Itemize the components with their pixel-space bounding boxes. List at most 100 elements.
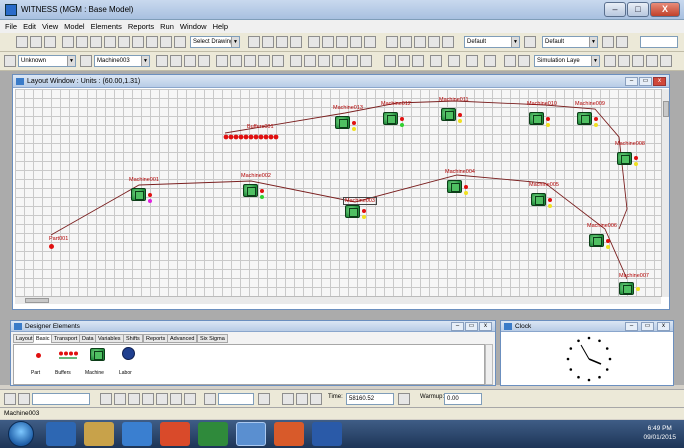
style-select-2[interactable]: Default ▼ [542, 36, 598, 48]
end-icon[interactable] [184, 393, 196, 405]
horizontal-scrollbar[interactable] [15, 296, 661, 304]
menu-model[interactable]: Model [61, 20, 87, 33]
stats-icon[interactable] [414, 36, 426, 48]
machine-icon[interactable] [531, 193, 546, 206]
maximize-button[interactable]: □ [627, 2, 649, 17]
play-icon[interactable] [156, 393, 168, 405]
table-icon[interactable] [318, 55, 330, 67]
menu-view[interactable]: View [39, 20, 61, 33]
machine-icon-selected[interactable] [345, 205, 360, 218]
detail-icon[interactable] [170, 55, 182, 67]
visible-icon[interactable] [604, 55, 616, 67]
machine-icon[interactable] [619, 282, 634, 295]
run-icon[interactable] [386, 36, 398, 48]
lock-icon[interactable] [618, 55, 630, 67]
link-icon[interactable] [290, 36, 302, 48]
layout-close-button[interactable]: x [653, 77, 666, 86]
menu-file[interactable]: File [2, 20, 20, 33]
minimize-button[interactable]: – [604, 2, 626, 17]
warmup-field[interactable]: 0.00 [444, 393, 482, 405]
users-icon[interactable] [428, 36, 440, 48]
paste-icon[interactable] [262, 36, 274, 48]
find-icon[interactable] [90, 36, 102, 48]
preview-icon[interactable] [322, 36, 334, 48]
group-icon[interactable] [518, 55, 530, 67]
brush-icon[interactable] [398, 55, 410, 67]
scroll-thumb[interactable] [25, 298, 49, 303]
arrow-icon[interactable] [118, 36, 130, 48]
labor-icon[interactable] [156, 55, 168, 67]
clock-restore-button[interactable]: ▭ [641, 322, 654, 331]
buffer-icon[interactable] [223, 134, 281, 142]
select-icon[interactable] [272, 55, 284, 67]
search-input[interactable] [640, 36, 678, 48]
witness-icon[interactable] [236, 422, 266, 446]
buffers-icon[interactable] [58, 351, 78, 361]
text-icon[interactable] [412, 55, 424, 67]
cycle-icon[interactable] [346, 55, 358, 67]
save-icon[interactable] [44, 36, 56, 48]
open-icon[interactable] [30, 36, 42, 48]
layers-icon[interactable] [160, 36, 172, 48]
menu-window[interactable]: Window [177, 20, 210, 33]
goto-icon[interactable] [616, 36, 628, 48]
machine-icon[interactable] [577, 112, 592, 125]
machine-icon[interactable] [447, 180, 462, 193]
type-select[interactable]: Unknown ▼ [18, 55, 76, 67]
fill-icon[interactable] [384, 55, 396, 67]
media-icon[interactable] [122, 422, 152, 446]
chart-icon[interactable] [350, 36, 362, 48]
machine-icon[interactable] [335, 116, 350, 129]
stack-icon[interactable] [646, 55, 658, 67]
undo-icon[interactable] [524, 36, 536, 48]
line-color-icon[interactable] [448, 55, 460, 67]
walk-icon[interactable] [204, 393, 216, 405]
menu-icon[interactable] [660, 55, 672, 67]
tab-shifts[interactable]: Shifts [123, 334, 143, 343]
designer-restore-button[interactable]: ▭ [465, 322, 478, 331]
align-icon[interactable] [504, 55, 516, 67]
redo-icon[interactable] [602, 36, 614, 48]
labor-icon[interactable] [122, 347, 135, 360]
machine-icon[interactable] [529, 112, 544, 125]
rewind-icon[interactable] [100, 393, 112, 405]
machine-icon[interactable] [617, 152, 632, 165]
font-color-icon[interactable] [430, 55, 442, 67]
element-select[interactable]: Machine003 ▼ [94, 55, 150, 67]
record-icon[interactable] [142, 393, 154, 405]
list-icon[interactable] [4, 55, 16, 67]
machine-icon[interactable] [243, 184, 258, 197]
clock-minimize-button[interactable]: – [625, 322, 638, 331]
route-icon[interactable] [304, 55, 316, 67]
watch-icon[interactable] [282, 393, 294, 405]
pan-icon[interactable] [104, 36, 116, 48]
shade-icon[interactable] [484, 55, 496, 67]
draw-icon[interactable] [244, 55, 256, 67]
designer-close-button[interactable]: x [479, 322, 492, 331]
photo-icon[interactable] [332, 55, 344, 67]
machine-icon[interactable] [131, 188, 146, 201]
machine-palette-icon[interactable] [90, 348, 105, 361]
element-icon[interactable] [80, 55, 92, 67]
step-icon[interactable] [400, 36, 412, 48]
anim-icon[interactable] [310, 393, 322, 405]
display-icon[interactable] [184, 55, 196, 67]
model-field[interactable] [32, 393, 90, 405]
record-dot-icon[interactable] [296, 393, 308, 405]
stop-icon[interactable] [128, 393, 140, 405]
export-icon[interactable] [442, 36, 454, 48]
tab-advanced[interactable]: Advanced [167, 334, 198, 343]
tab-data[interactable]: Data [79, 334, 97, 343]
scroll-thumb[interactable] [663, 101, 669, 117]
zoom-out-icon[interactable] [76, 36, 88, 48]
explorer-icon[interactable] [84, 422, 114, 446]
new-icon[interactable] [16, 36, 28, 48]
palette-scrollbar[interactable] [485, 344, 493, 385]
style-select-1[interactable]: Default ▼ [464, 36, 520, 48]
chrome-icon[interactable] [160, 422, 190, 446]
speed-field[interactable] [218, 393, 254, 405]
layer-select[interactable]: Simulation Laye ▼ [534, 55, 600, 67]
copy-icon[interactable] [248, 36, 260, 48]
layout-minimize-button[interactable]: – [625, 77, 638, 86]
clock-close-button[interactable]: x [657, 322, 670, 331]
